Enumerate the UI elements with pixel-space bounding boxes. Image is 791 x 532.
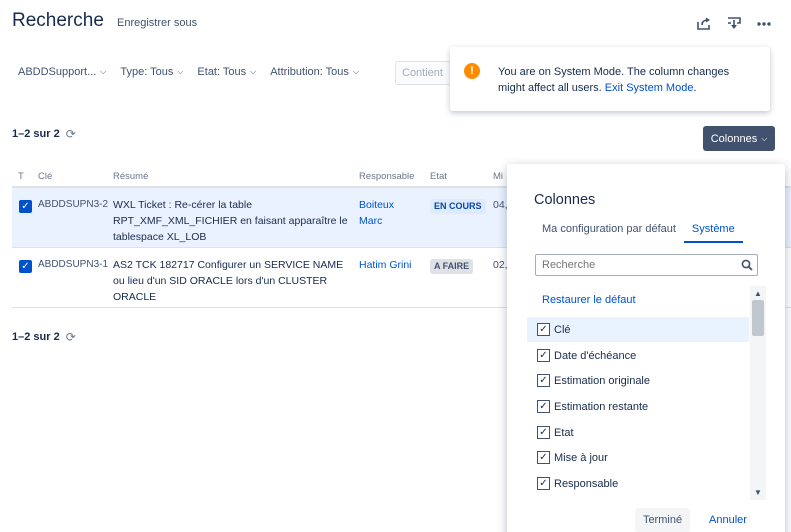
issue-key[interactable]: ABDDSUPN3-1 [38, 257, 108, 273]
chevron-down-icon: ⌵ [352, 67, 359, 76]
type-filter-label: Type: Tous [120, 66, 174, 78]
chevron-down-icon: ⌵ [177, 67, 184, 76]
assignee-filter[interactable]: Attribution: Tous ⌵ [270, 66, 359, 78]
checkbox-checked[interactable]: ✓ [537, 349, 550, 362]
cancel-link[interactable]: Annuler [709, 514, 747, 526]
header-status[interactable]: Etat [430, 171, 447, 182]
page-title: Recherche [12, 10, 104, 31]
project-filter-label: ABDDSupport... [18, 66, 97, 78]
checkbox-checked[interactable]: ✓ [537, 451, 550, 464]
more-options-icon[interactable] [757, 21, 771, 26]
checkbox-checked[interactable]: ✓ [537, 477, 550, 490]
result-count-top: 1–2 sur 2 ⟳ [12, 127, 76, 141]
issue-summary[interactable]: WXL Ticket : Re-cérer la table RPT_XMF_X… [113, 197, 355, 245]
column-label: Responsable [554, 477, 619, 490]
type-filter[interactable]: Type: Tous ⌵ [120, 66, 183, 78]
list-item[interactable]: ✓ Estimation restante [527, 394, 749, 419]
tab-my-default-config[interactable]: Ma configuration par défaut [534, 221, 684, 243]
search-icon [741, 259, 753, 274]
column-label: Estimation restante [554, 400, 649, 413]
issue-key[interactable]: ABDDSUPN3-2 [38, 197, 108, 213]
refresh-icon[interactable]: ⟳ [66, 127, 76, 141]
list-item[interactable]: ✓ Date d'échéance [527, 343, 749, 368]
banner-message-tail: . [693, 82, 697, 94]
tab-system[interactable]: Système [683, 221, 743, 243]
chevron-down-icon: ⌵ [761, 133, 768, 143]
header-summary[interactable]: Résumé [113, 171, 148, 182]
row-checkbox[interactable]: ✓ [19, 200, 32, 213]
list-item[interactable]: ✓ Responsable [527, 471, 749, 496]
row-checkbox[interactable]: ✓ [19, 260, 32, 273]
checkbox-checked[interactable]: ✓ [537, 400, 550, 413]
columns-panel-tabs: Ma configuration par défaut Système [534, 221, 743, 243]
list-item[interactable]: ✓ Estimation originale [527, 368, 749, 393]
checkbox-checked[interactable]: ✓ [537, 323, 550, 336]
column-label: Clé [554, 323, 571, 336]
issue-updated: 04, [493, 199, 508, 211]
column-label: Mise à jour [554, 451, 608, 464]
result-count-bottom: 1–2 sur 2 ⟳ [12, 330, 76, 344]
export-icon[interactable] [727, 17, 741, 30]
columns-panel-title: Colonnes [534, 192, 596, 208]
chevron-down-icon: ⌵ [100, 67, 107, 76]
contains-text-input[interactable]: Contient [395, 61, 455, 85]
issue-assignee[interactable]: Boiteux Marc [359, 197, 419, 229]
checkbox-checked[interactable]: ✓ [537, 426, 550, 439]
status-badge: A FAIRE [430, 258, 474, 274]
column-label: Estimation originale [554, 374, 650, 387]
project-filter[interactable]: ABDDSupport... ⌵ [18, 66, 106, 78]
columns-button[interactable]: Colonnes ⌵ [703, 126, 775, 151]
status-badge: EN COURS [430, 198, 486, 214]
column-label: Date d'échéance [554, 349, 637, 362]
scroll-down-arrow-icon[interactable]: ▼ [754, 488, 762, 497]
columns-search-input[interactable] [535, 254, 758, 276]
list-item[interactable]: ✓ Etat [527, 420, 749, 445]
system-mode-banner: ! You are on System Mode. The column cha… [450, 47, 770, 111]
header-assignee[interactable]: Responsable [359, 171, 414, 182]
column-label: Etat [554, 426, 574, 439]
filter-bar: ABDDSupport... ⌵ Type: Tous ⌵ Etat: Tous… [18, 66, 373, 78]
chevron-down-icon: ⌵ [250, 67, 257, 76]
assignee-filter-label: Attribution: Tous [270, 66, 349, 78]
restore-default-link[interactable]: Restaurer le défaut [542, 294, 636, 306]
issue-assignee[interactable]: Hatim Grini [359, 257, 429, 273]
scroll-thumb[interactable] [752, 300, 764, 336]
columns-scrollbar[interactable]: ▲ ▼ [750, 286, 766, 500]
share-icon[interactable] [697, 17, 711, 30]
header-type[interactable]: T [18, 171, 24, 182]
list-item[interactable]: ✓ Clé [527, 317, 749, 342]
result-count-label: 1–2 sur 2 [12, 128, 60, 140]
header-key[interactable]: Clé [38, 171, 52, 182]
checkbox-checked[interactable]: ✓ [537, 374, 550, 387]
result-count-label: 1–2 sur 2 [12, 331, 60, 343]
issue-summary[interactable]: AS2 TCK 182717 Configurer un SERVICE NAM… [113, 257, 355, 305]
status-lozenge: EN COURS [430, 199, 486, 214]
status-lozenge: A FAIRE [430, 259, 474, 274]
done-button[interactable]: Terminé [635, 508, 690, 532]
top-toolbar [697, 17, 771, 30]
status-filter-label: Etat: Tous [197, 66, 247, 78]
header-updated[interactable]: Mi [493, 171, 503, 182]
columns-panel: Colonnes Ma configuration par défaut Sys… [507, 164, 785, 532]
columns-button-label: Colonnes [710, 132, 758, 145]
list-item[interactable]: ✓ Mise à jour [527, 445, 749, 470]
save-as-link[interactable]: Enregistrer sous [117, 17, 197, 29]
status-filter[interactable]: Etat: Tous ⌵ [197, 66, 256, 78]
issue-updated: 02, [493, 259, 508, 271]
refresh-icon[interactable]: ⟳ [66, 330, 76, 344]
warning-icon: ! [464, 63, 480, 79]
columns-list: ✓ Clé ✓ Date d'échéance ✓ Estimation origin… [527, 286, 767, 500]
exit-system-mode-link[interactable]: Exit System Mode [605, 82, 694, 94]
scroll-up-arrow-icon[interactable]: ▲ [754, 289, 762, 298]
